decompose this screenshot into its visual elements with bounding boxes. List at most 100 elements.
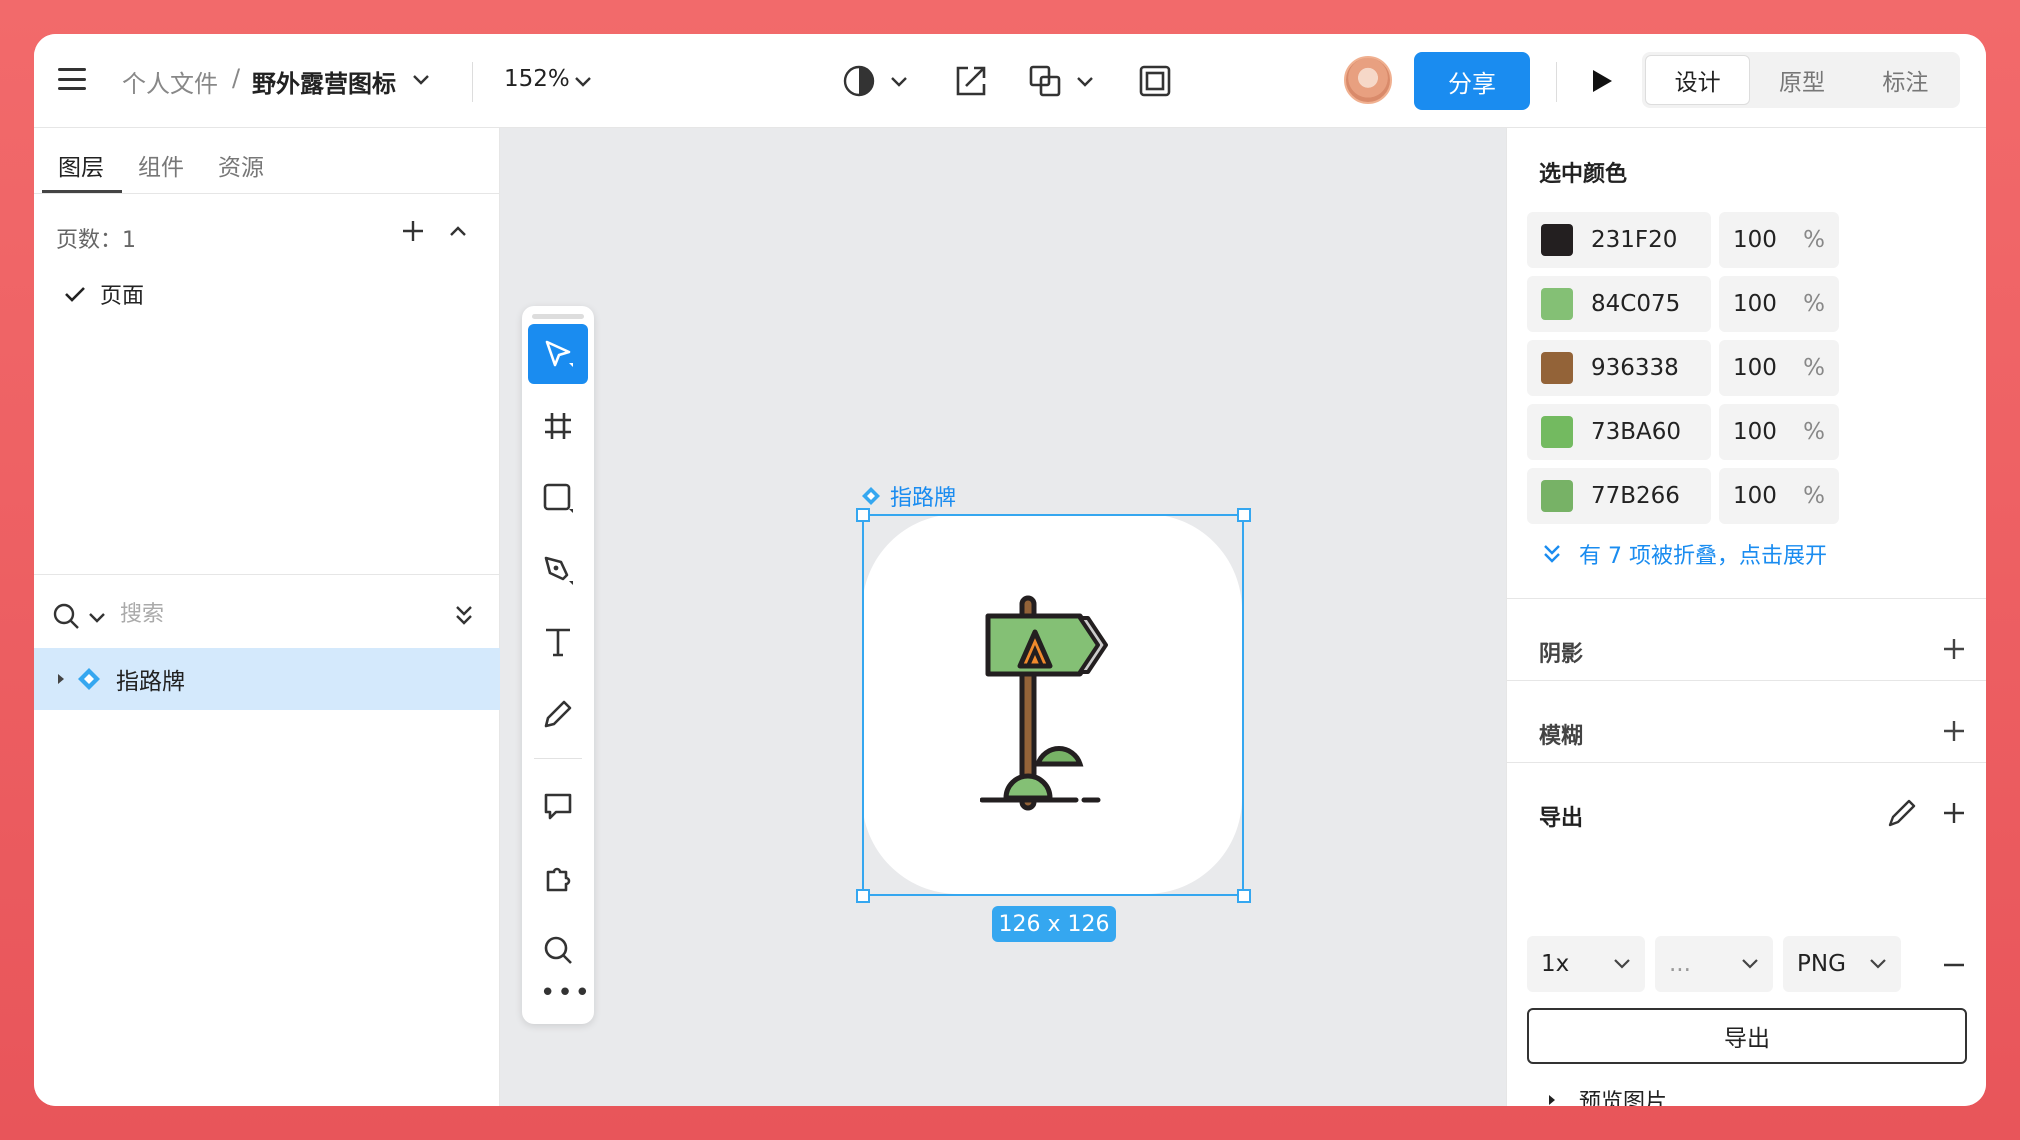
toolbar-divider <box>472 62 473 102</box>
preview-toggle[interactable]: 预览图片 <box>1547 1084 1667 1106</box>
double-chevron-down-icon[interactable] <box>454 604 474 626</box>
selection-box[interactable] <box>862 514 1244 896</box>
export-suffix-select[interactable]: ... <box>1655 936 1773 992</box>
resize-handle[interactable] <box>1237 889 1251 903</box>
tab-annotate[interactable]: 标注 <box>1854 55 1957 105</box>
chevron-down-icon[interactable] <box>890 76 908 88</box>
chevron-down-icon[interactable] <box>574 76 592 88</box>
color-hex-field[interactable]: 231F20 <box>1527 212 1711 268</box>
color-swatch[interactable] <box>1541 352 1573 384</box>
resize-handle[interactable] <box>856 889 870 903</box>
page-item[interactable]: 页面 <box>64 278 144 310</box>
contrast-icon[interactable] <box>842 64 876 98</box>
color-row: 84C075 100% <box>1527 276 1839 332</box>
share-button[interactable]: 分享 <box>1414 52 1530 110</box>
section-divider <box>1507 762 1986 763</box>
color-swatch[interactable] <box>1541 224 1573 256</box>
breadcrumb-root[interactable]: 个人文件 <box>122 64 218 99</box>
opacity-value: 100 <box>1733 419 1777 445</box>
add-export-icon[interactable] <box>1941 800 1967 826</box>
frame-label[interactable]: 指路牌 <box>860 480 956 512</box>
tab-design[interactable]: 设计 <box>1645 55 1751 105</box>
toolbar-divider <box>1556 62 1557 102</box>
percent-sign: % <box>1803 419 1825 445</box>
plugin-tool-button[interactable] <box>528 848 588 908</box>
color-hex: 84C075 <box>1591 291 1681 317</box>
tab-assets[interactable]: 资源 <box>218 148 264 182</box>
chevron-down-icon <box>1614 959 1630 969</box>
expand-collapsed-link[interactable]: 有 7 项被折叠，点击展开 <box>1543 538 1827 570</box>
selected-colors-title: 选中颜色 <box>1539 162 1628 187</box>
more-icon[interactable]: ••• <box>540 978 592 1008</box>
pen-tool-button[interactable] <box>528 540 588 600</box>
shape-tool-button[interactable] <box>528 468 588 528</box>
caret-right-icon[interactable] <box>56 672 66 686</box>
tab-components[interactable]: 组件 <box>138 148 184 182</box>
slice-icon[interactable] <box>1887 798 1917 828</box>
app-window: 个人文件 / 野外露营图标 152% 分享 设计 原型 标注 图层 组件 资源 … <box>34 34 1986 1106</box>
opacity-field[interactable]: 100% <box>1719 276 1839 332</box>
opacity-field[interactable]: 100% <box>1719 212 1839 268</box>
color-swatch[interactable] <box>1541 416 1573 448</box>
pencil-tool-button[interactable] <box>528 684 588 744</box>
frame-icon[interactable] <box>1138 64 1172 98</box>
color-hex-field[interactable]: 73BA60 <box>1527 404 1711 460</box>
color-hex-field[interactable]: 936338 <box>1527 340 1711 396</box>
add-shadow-icon[interactable] <box>1941 636 1967 662</box>
frame-tool-button[interactable] <box>528 396 588 456</box>
shadow-title: 阴影 <box>1539 642 1584 667</box>
search-tool-button[interactable] <box>528 920 588 980</box>
layer-search-input[interactable] <box>120 596 370 632</box>
size-badge: 126 x 126 <box>992 906 1116 942</box>
color-hex: 231F20 <box>1591 227 1678 253</box>
top-bar: 个人文件 / 野外露营图标 152% 分享 设计 原型 标注 <box>34 34 1986 128</box>
plus-icon[interactable] <box>400 218 426 244</box>
section-divider <box>1507 598 1986 599</box>
layer-label: 指路牌 <box>116 669 185 695</box>
preview-label: 预览图片 <box>1579 1090 1668 1106</box>
resize-icon[interactable] <box>954 64 988 98</box>
tab-layers[interactable]: 图层 <box>58 148 104 182</box>
zoom-level[interactable]: 152% <box>504 66 570 92</box>
chevron-down-icon[interactable] <box>88 612 106 624</box>
chevron-up-icon[interactable] <box>448 224 468 238</box>
opacity-field[interactable]: 100% <box>1719 468 1839 524</box>
color-swatch[interactable] <box>1541 480 1573 512</box>
text-tool-button[interactable] <box>528 612 588 672</box>
opacity-value: 100 <box>1733 355 1777 381</box>
export-format-select[interactable]: PNG <box>1783 936 1901 992</box>
chevron-down-icon[interactable] <box>1076 76 1094 88</box>
add-blur-icon[interactable] <box>1941 718 1967 744</box>
comment-tool-button[interactable] <box>528 776 588 836</box>
resize-handle[interactable] <box>856 508 870 522</box>
layer-row[interactable]: 指路牌 <box>34 648 500 710</box>
panel-divider <box>34 574 500 575</box>
move-tool-button[interactable] <box>528 324 588 384</box>
menu-icon[interactable] <box>58 68 86 90</box>
check-icon <box>65 287 85 302</box>
left-panel: 图层 组件 资源 页数：1 页面 指路牌 <box>34 128 500 1106</box>
mode-tabs: 设计 原型 标注 <box>1642 52 1960 108</box>
pen-icon <box>544 556 573 585</box>
color-hex-field[interactable]: 84C075 <box>1527 276 1711 332</box>
chevron-down-icon[interactable] <box>412 74 430 86</box>
export-scale-select[interactable]: 1x <box>1527 936 1645 992</box>
resize-handle[interactable] <box>1237 508 1251 522</box>
file-name[interactable]: 野外露营图标 <box>252 64 396 99</box>
opacity-field[interactable]: 100% <box>1719 404 1839 460</box>
rectangle-icon <box>543 483 573 513</box>
toolbar-drag-handle[interactable] <box>532 314 584 319</box>
export-button[interactable]: 导出 <box>1527 1008 1967 1064</box>
avatar[interactable] <box>1344 56 1392 104</box>
color-swatch[interactable] <box>1541 288 1573 320</box>
opacity-field[interactable]: 100% <box>1719 340 1839 396</box>
boolean-icon[interactable] <box>1028 64 1062 98</box>
search-icon[interactable] <box>52 602 80 630</box>
canvas[interactable]: ••• 指路牌 126 x 126 <box>500 128 1506 1106</box>
left-tabs: 图层 组件 资源 <box>34 128 500 194</box>
remove-export-icon[interactable] <box>1941 952 1967 978</box>
tab-prototype[interactable]: 原型 <box>1750 55 1853 105</box>
color-hex-field[interactable]: 77B266 <box>1527 468 1711 524</box>
text-icon <box>546 628 570 657</box>
play-icon[interactable] <box>1590 68 1614 94</box>
